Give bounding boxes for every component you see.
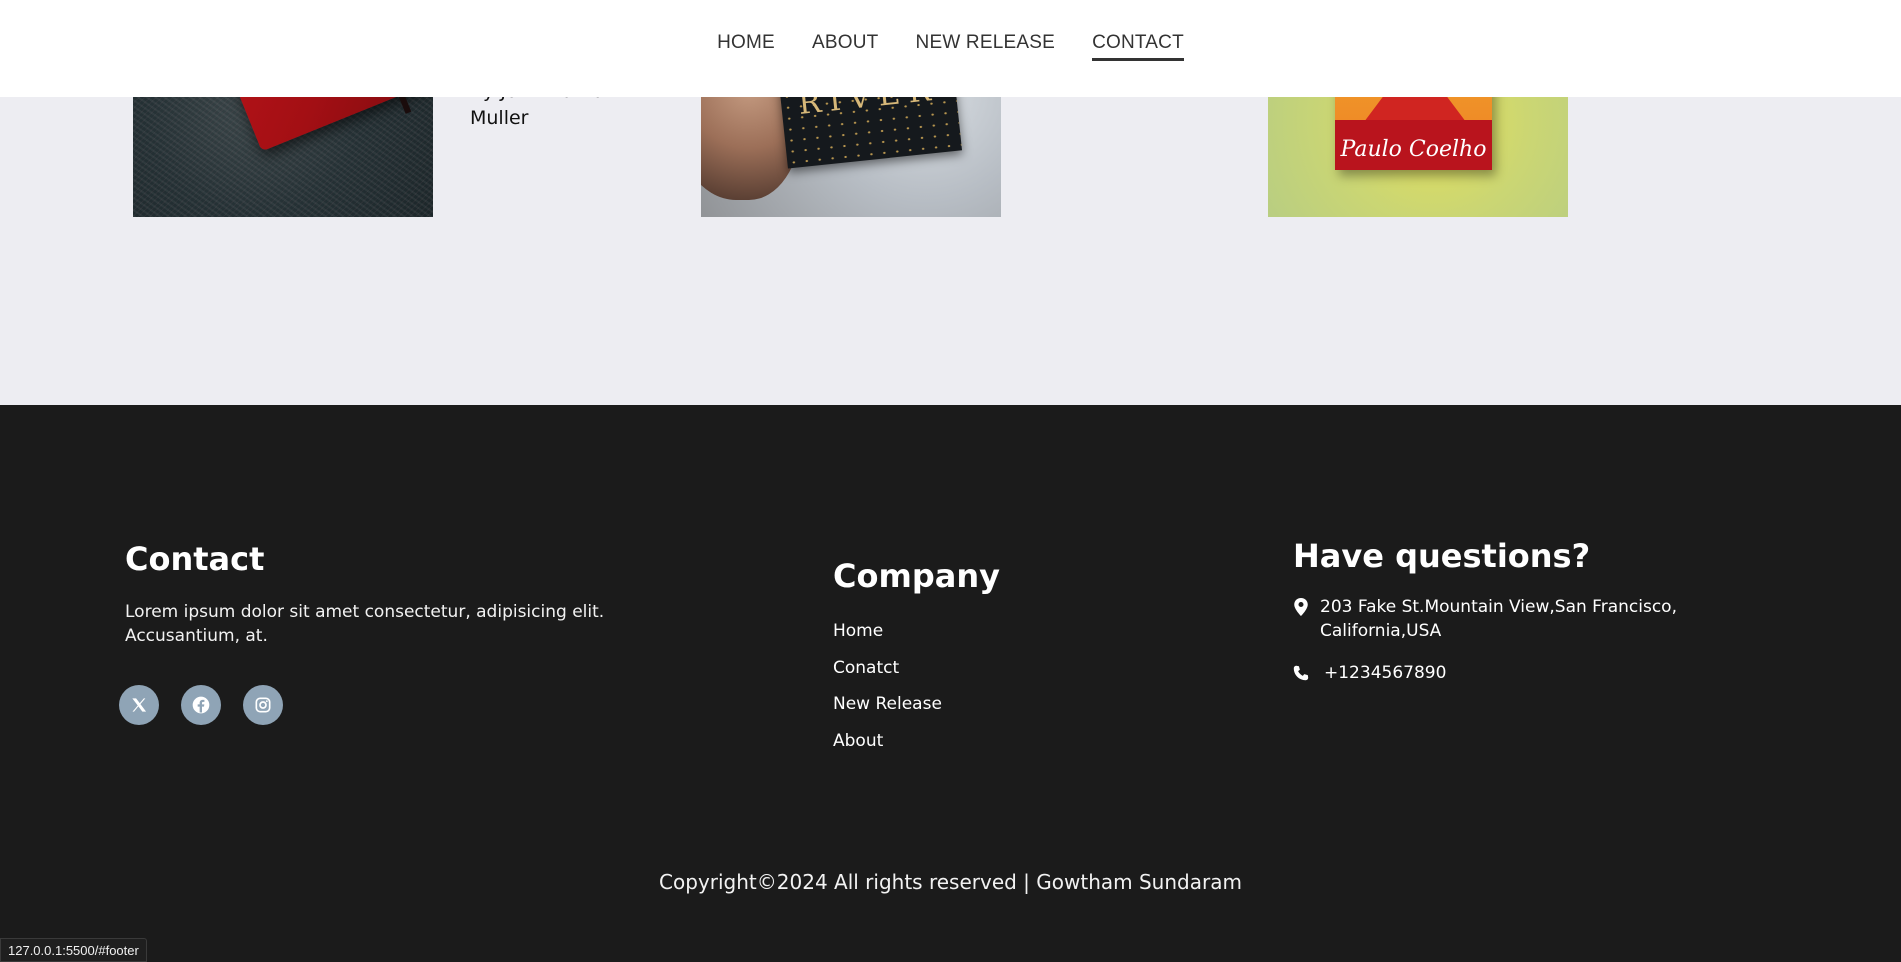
nav-home[interactable]: HOME <box>717 32 775 58</box>
map-pin-icon <box>1294 598 1308 616</box>
author-signature: Paulo Coelho <box>1340 137 1487 162</box>
company-heading: Company <box>833 557 1000 595</box>
footer: Contact Lorem ipsum dolor sit amet conse… <box>0 405 1901 962</box>
footer-questions-column: Have questions? 203 Fake St.Mountain Vie… <box>1293 537 1723 685</box>
browser-status-url: 127.0.0.1:5500/#footer <box>0 938 147 962</box>
x-icon[interactable] <box>119 685 159 725</box>
questions-heading: Have questions? <box>1293 537 1591 575</box>
top-header: HOME ABOUT NEW RELEASE CONTACT <box>0 0 1901 97</box>
footer-link-new-release[interactable]: New Release <box>833 686 1093 723</box>
address-row: 203 Fake St.Mountain View,San Francisco,… <box>1293 595 1723 643</box>
phone-icon <box>1293 665 1309 681</box>
main-nav: HOME ABOUT NEW RELEASE CONTACT <box>0 32 1901 61</box>
instagram-icon[interactable] <box>243 685 283 725</box>
footer-contact-column: Contact Lorem ipsum dolor sit amet conse… <box>119 540 645 725</box>
contact-text: Lorem ipsum dolor sit amet consectetur, … <box>125 602 605 646</box>
footer-company-column: Company Home Conatct New Release About <box>833 557 1093 759</box>
contact-heading: Contact <box>125 540 265 578</box>
footer-link-home[interactable]: Home <box>833 613 1093 650</box>
phone-row: +1234567890 <box>1293 661 1723 685</box>
footer-link-about[interactable]: About <box>833 723 1093 760</box>
nav-new-release[interactable]: NEW RELEASE <box>916 32 1055 58</box>
facebook-icon[interactable] <box>181 685 221 725</box>
footer-link-contact[interactable]: Conatct <box>833 650 1093 687</box>
copyright: Copyright©2024 All rights reserved | Gow… <box>659 870 1242 894</box>
nav-contact[interactable]: CONTACT <box>1092 32 1184 61</box>
nav-about[interactable]: ABOUT <box>812 32 878 58</box>
social-links <box>119 685 283 725</box>
phone-text[interactable]: +1234567890 <box>1324 663 1446 683</box>
address-text: 203 Fake St.Mountain View,San Francisco,… <box>1320 597 1677 641</box>
